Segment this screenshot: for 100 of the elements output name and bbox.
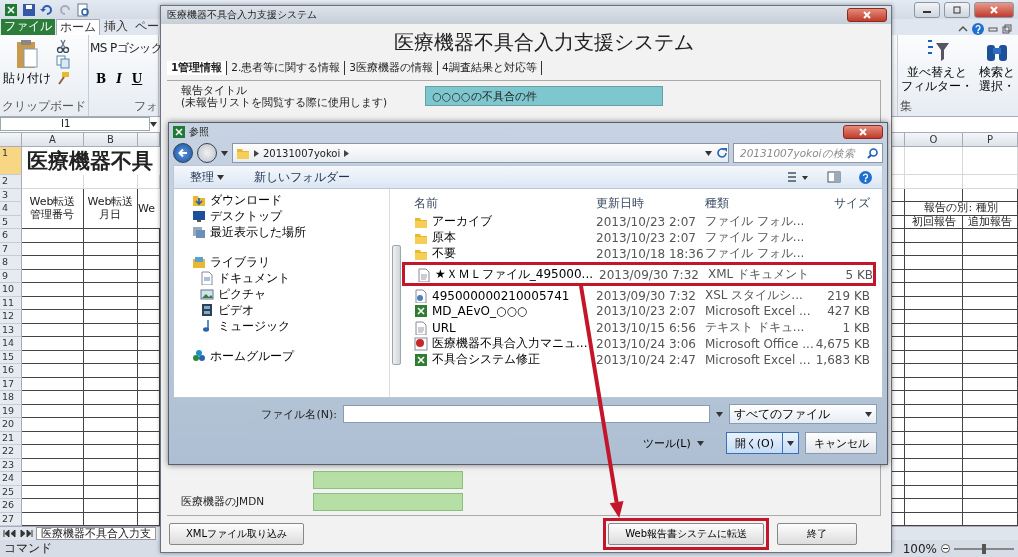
column-header[interactable]: 種類 bbox=[705, 194, 814, 212]
row-header[interactable]: 22 bbox=[0, 445, 22, 459]
sheet-navigation-icon[interactable] bbox=[3, 529, 33, 538]
row-header[interactable]: 12 bbox=[0, 310, 22, 324]
navigation-item[interactable]: 最近表示した場所 bbox=[192, 224, 306, 240]
back-button[interactable] bbox=[173, 143, 193, 163]
row-header[interactable]: 6 bbox=[0, 229, 22, 243]
zoom-out-icon[interactable] bbox=[941, 544, 950, 553]
navigation-item[interactable]: ドキュメント bbox=[192, 270, 290, 286]
tab[interactable]: 4調査結果と対応等 bbox=[438, 61, 542, 75]
path-segment[interactable]: 20131007yokoi bbox=[263, 147, 341, 159]
sort-filter-button[interactable]: 並べ替えと フィルター・ bbox=[900, 39, 974, 98]
print-preview-icon[interactable] bbox=[76, 2, 90, 17]
row-header[interactable]: 16 bbox=[0, 364, 22, 378]
tools-menu[interactable]: ツール(L) bbox=[637, 434, 710, 452]
file-size: 1,683 KB bbox=[814, 352, 870, 367]
row-header[interactable]: 26 bbox=[0, 499, 22, 513]
navigation-item[interactable]: デスクトップ bbox=[192, 208, 282, 224]
file-row[interactable]: MD_AEvO_○○○ 2013/10/23 2:07 Microsoft Excel ... 427 KB bbox=[406, 303, 870, 319]
italic-button[interactable]: I bbox=[114, 72, 124, 87]
file-type-dropdown[interactable]: すべてのファイル bbox=[729, 404, 877, 424]
ribbon-tab[interactable]: ペー bbox=[132, 19, 162, 36]
file-tab[interactable]: ファイル bbox=[1, 19, 55, 36]
refresh-icon[interactable] bbox=[716, 147, 728, 159]
column-header[interactable]: 更新日時 bbox=[596, 194, 705, 212]
file-row[interactable]: ★ＸＭＬファイル_495000... 2013/09/30 7:32 XML ドキュメント 5 KB bbox=[409, 266, 873, 282]
help-icon[interactable] bbox=[972, 23, 984, 36]
row-header[interactable]: 14 bbox=[0, 337, 22, 351]
row-header[interactable]: 10 bbox=[0, 283, 22, 297]
organize-menu[interactable]: 整理 bbox=[184, 167, 230, 187]
table-cell bbox=[963, 350, 1018, 364]
transfer-button[interactable]: Web報告書システムに転送 bbox=[608, 523, 764, 545]
table-cell bbox=[84, 458, 138, 472]
file-row[interactable]: 不要 2013/10/18 18:36 ファイル フォル... bbox=[406, 245, 870, 261]
ribbon-tab[interactable]: ホーム bbox=[56, 19, 100, 36]
row-header[interactable]: 18 bbox=[0, 391, 22, 405]
file-row[interactable]: URL 2013/10/15 6:56 テキスト ドキュ... 1 KB bbox=[406, 319, 870, 335]
minimize-icon[interactable] bbox=[988, 24, 998, 35]
close-button[interactable] bbox=[974, 1, 1014, 18]
close-button[interactable] bbox=[847, 8, 887, 22]
scrollbar-thumb[interactable] bbox=[391, 245, 401, 365]
import-button[interactable]: XMLファイル取り込み bbox=[169, 523, 305, 545]
ribbon-tab[interactable]: 挿入 bbox=[101, 19, 131, 36]
tab[interactable]: 2.患者等に関する情報 bbox=[227, 61, 346, 75]
sheet-tab[interactable]: 医療機器不具合入力支 bbox=[36, 527, 156, 540]
column-header[interactable]: サイズ bbox=[814, 194, 870, 212]
paste-button[interactable]: 貼り付け bbox=[2, 39, 52, 98]
tab[interactable]: 1管理情報 bbox=[167, 61, 228, 75]
zoom-thumb[interactable] bbox=[982, 543, 986, 554]
search-icon[interactable] bbox=[867, 147, 878, 159]
file-row[interactable]: 医療機器不具合入力マニュ... 2013/10/24 3:06 Microsoft Office ... 4,675 KB bbox=[406, 335, 870, 351]
minimize-button[interactable] bbox=[914, 1, 940, 18]
cancel-button[interactable]: キャンセル bbox=[805, 432, 877, 454]
restore-icon[interactable] bbox=[1002, 24, 1012, 35]
open-menu-button[interactable] bbox=[783, 432, 799, 454]
navigation-item[interactable]: ダウンロード bbox=[192, 192, 282, 208]
input-field[interactable] bbox=[313, 493, 463, 511]
excel-icon[interactable] bbox=[4, 2, 18, 17]
name-box[interactable]: I1 bbox=[0, 117, 150, 132]
table-cell bbox=[963, 404, 1018, 418]
underline-button[interactable]: U bbox=[129, 72, 145, 87]
format-painter-icon[interactable] bbox=[56, 71, 70, 86]
navigation-item[interactable]: ホームグループ bbox=[192, 348, 294, 364]
row-header[interactable]: 20 bbox=[0, 418, 22, 432]
input-field[interactable] bbox=[313, 471, 463, 489]
file-row[interactable]: 495000000210005741 2013/09/30 7:32 XSL スタイルシ... 219 KB bbox=[406, 287, 870, 303]
address-bar[interactable]: 20131007yokoi bbox=[232, 143, 729, 163]
dropdown-caret-icon[interactable] bbox=[150, 121, 157, 127]
scissors-icon[interactable] bbox=[56, 39, 70, 54]
save-icon[interactable] bbox=[22, 2, 36, 17]
find-select-button[interactable]: 検索と 選択・ bbox=[978, 39, 1016, 98]
help-icon[interactable] bbox=[859, 170, 872, 184]
navigation-item[interactable]: ライブラリ bbox=[192, 254, 270, 270]
report-title-field[interactable]: ○○○○の不具合の件 bbox=[425, 86, 664, 106]
document-icon bbox=[200, 271, 214, 285]
row-header[interactable]: 24 bbox=[0, 472, 22, 486]
row-header[interactable]: 4 bbox=[0, 202, 22, 216]
close-button[interactable] bbox=[843, 125, 883, 139]
row-header[interactable]: 1 bbox=[0, 146, 22, 175]
tab[interactable]: 3医療機器の情報 bbox=[345, 61, 439, 75]
undo-icon[interactable] bbox=[40, 2, 54, 17]
column-header[interactable]: 名前 bbox=[406, 194, 596, 212]
exit-button[interactable]: 終了 bbox=[777, 523, 857, 545]
navigation-item[interactable]: ピクチャ bbox=[192, 286, 266, 302]
file-row[interactable]: アーカイブ 2013/10/23 2:07 ファイル フォル... bbox=[406, 213, 870, 229]
file-name-field[interactable] bbox=[343, 405, 710, 423]
search-field[interactable]: 20131007yokoiの検索 bbox=[733, 143, 883, 163]
file-row[interactable]: 原本 2013/10/23 2:07 ファイル フォル... bbox=[406, 229, 870, 245]
open-button[interactable]: 開く(O) bbox=[725, 432, 783, 454]
navigation-item[interactable]: ビデオ bbox=[192, 302, 254, 318]
scrollbar[interactable] bbox=[389, 189, 402, 397]
file-type: ファイル フォル... bbox=[705, 213, 806, 230]
row-header[interactable]: 8 bbox=[0, 256, 22, 270]
new-folder-button[interactable]: 新しいフォルダー bbox=[248, 167, 356, 187]
bold-button[interactable]: B bbox=[94, 72, 109, 87]
view-options-icon[interactable] bbox=[787, 171, 809, 183]
forward-button[interactable] bbox=[197, 143, 217, 163]
preview-pane-icon[interactable] bbox=[827, 171, 841, 183]
navigation-item[interactable]: ミュージック bbox=[192, 318, 290, 334]
file-row[interactable]: 不具合システム修正 2013/10/24 2:47 Microsoft Excel ... 1,683 KB bbox=[406, 351, 870, 367]
